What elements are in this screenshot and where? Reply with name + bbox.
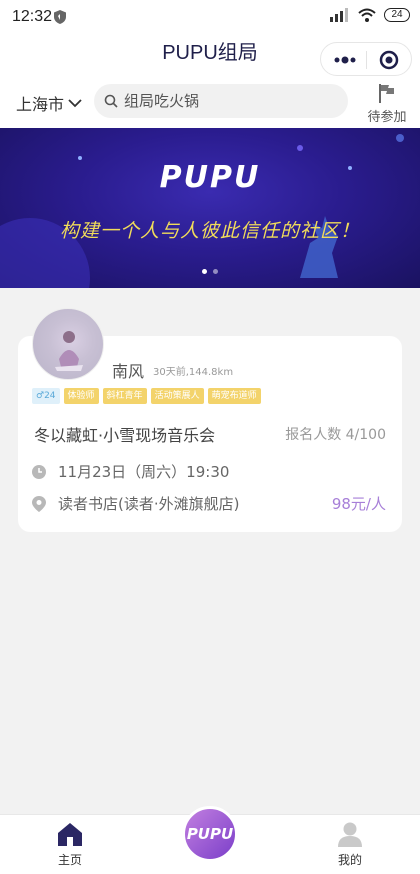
- banner-carousel[interactable]: PUPU 构建一个人与人彼此信任的社区！: [0, 128, 420, 288]
- center-create-button[interactable]: PUPU: [182, 806, 238, 862]
- chevron-down-icon: [68, 99, 82, 108]
- search-row: 上海市 待参加: [0, 82, 420, 128]
- tab-mine[interactable]: 我的: [310, 821, 390, 868]
- flag-icon: [379, 84, 394, 103]
- signup-count: 报名人数 4/100: [285, 427, 386, 443]
- avatar-figure: [55, 331, 83, 371]
- banner-background: [0, 134, 404, 288]
- search-icon: [104, 94, 118, 108]
- capsule-divider: [366, 51, 367, 69]
- event-price: 98元/人: [331, 495, 386, 513]
- clock-icon: [32, 464, 46, 479]
- organizer-name: 南风: [112, 362, 145, 381]
- battery-indicator: 24: [384, 8, 410, 22]
- avatar[interactable]: [32, 308, 104, 380]
- city-label: 上海市: [16, 95, 65, 114]
- tag-age: ♂24: [32, 388, 60, 404]
- event-time-row: 11月23日（周六）19:30: [32, 461, 229, 482]
- pending-label: 待参加: [367, 110, 407, 125]
- carousel-dot: [213, 269, 218, 274]
- pending-button[interactable]: 待参加: [362, 82, 412, 125]
- organizer-meta: 30天前,144.8km: [153, 367, 234, 378]
- tab-home-label: 主页: [57, 853, 82, 867]
- status-time: 12:32: [12, 8, 53, 25]
- tag-item: 斜杠青年: [102, 388, 147, 404]
- tag-list: ♂24 体验师 斜杠青年 活动策展人 萌宠布道师: [32, 388, 261, 404]
- tab-home[interactable]: 主页: [30, 821, 110, 868]
- miniprogram-capsule: [320, 42, 412, 76]
- event-card[interactable]: 南风 30天前,144.8km ♂24 体验师 斜杠青年 活动策展人 萌宠布道师…: [18, 308, 402, 532]
- more-icon[interactable]: [332, 53, 358, 67]
- tag-item: 体验师: [63, 388, 99, 404]
- banner-slogan: 构建一个人与人彼此信任的社区！: [59, 220, 360, 242]
- event-place-row: 读者书店(读者·外滩旗舰店): [32, 493, 239, 514]
- banner-logo: PUPU: [159, 160, 261, 195]
- close-target-icon[interactable]: [379, 50, 399, 70]
- event-time: 11月23日（周六）19:30: [58, 463, 230, 481]
- shield-icon: [54, 10, 66, 24]
- carousel-dot: [202, 269, 207, 274]
- location-pin-icon: [32, 495, 46, 512]
- wifi-icon: [358, 8, 376, 22]
- nav-bar: PUPU组局: [0, 34, 420, 82]
- tag-item: 萌宠布道师: [207, 388, 261, 404]
- event-place: 读者书店(读者·外滩旗舰店): [58, 495, 240, 513]
- tag-item: 活动策展人: [150, 388, 204, 404]
- city-selector[interactable]: 上海市: [16, 91, 82, 115]
- search-box[interactable]: [94, 84, 348, 118]
- signal-icon: [330, 8, 348, 22]
- status-bar: 12:32 24: [0, 0, 420, 34]
- tab-mine-label: 我的: [337, 853, 362, 867]
- event-title: 冬以藏虹·小雪现场音乐会: [34, 426, 216, 445]
- carousel-indicator: [0, 269, 420, 274]
- status-indicators: 24: [328, 8, 410, 22]
- search-input[interactable]: [124, 92, 334, 110]
- home-icon: [58, 823, 82, 846]
- user-icon: [338, 822, 362, 847]
